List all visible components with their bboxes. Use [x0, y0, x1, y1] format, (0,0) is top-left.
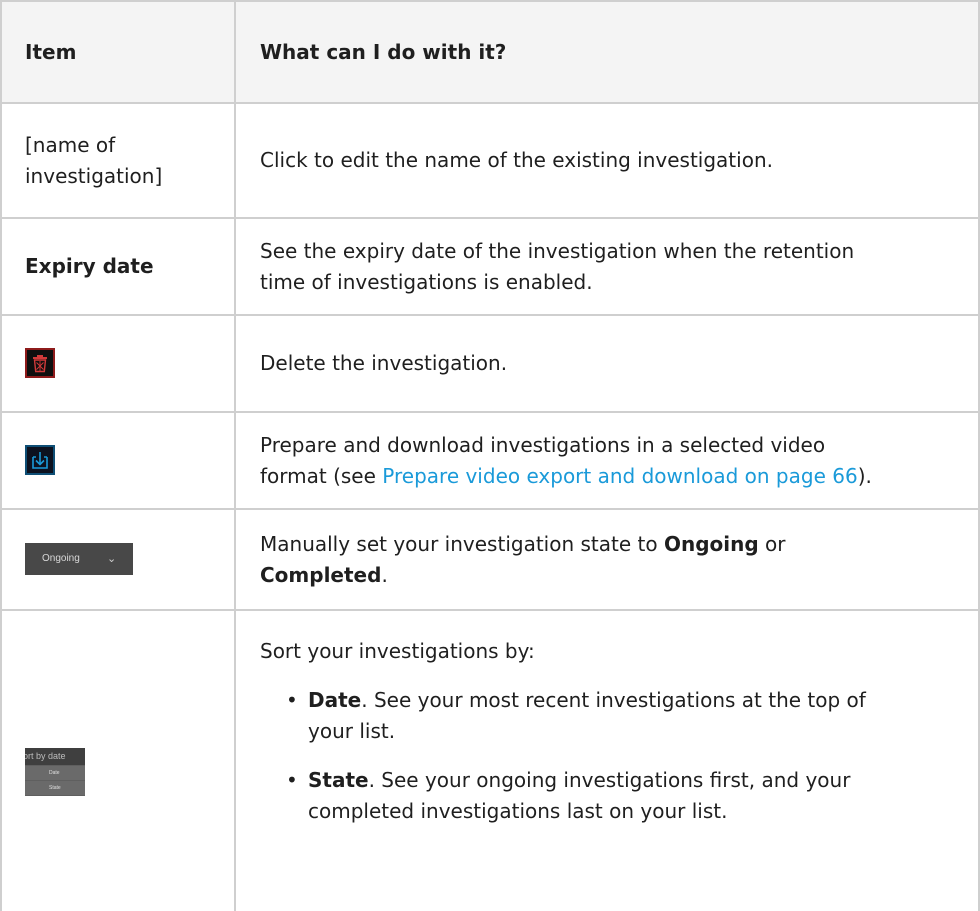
list-item: • Date. See your most recent investigati… — [260, 685, 970, 747]
download-icon[interactable] — [25, 445, 55, 475]
bullet-text-continued: completed investigations last on your li… — [308, 799, 728, 823]
bullet-icon: • — [286, 688, 298, 712]
state-ongoing-term: Ongoing — [663, 531, 759, 556]
sort-intro: Sort your investigations by: — [260, 639, 535, 663]
download-text-suffix: ). — [857, 463, 872, 488]
trash-icon[interactable] — [25, 348, 55, 378]
column-header-item: Item — [25, 39, 77, 64]
bullet-term: Date — [308, 688, 362, 712]
table-row-name-item: [name of investigation] — [25, 104, 230, 217]
state-text-line1: Manually set your investigation state to… — [260, 529, 786, 560]
bullet-text-continued: your list. — [308, 719, 396, 743]
table-row-expiry-description: See the expiry date of the investigation… — [260, 219, 970, 314]
column-header-action: What can I do with it? — [260, 39, 507, 64]
expiry-text-line2: time of investigations is enabled. — [260, 269, 593, 294]
download-text-line1: Prepare and download investigations in a… — [260, 432, 826, 457]
state-text-or: or — [758, 531, 786, 556]
table-divider — [0, 609, 980, 611]
table-row-download-description: Prepare and download investigations in a… — [260, 413, 970, 508]
sort-options-list: • Date. See your most recent investigati… — [260, 685, 970, 827]
download-text-line2: format (see Prepare video export and dow… — [260, 461, 872, 492]
sort-option-date[interactable]: Date — [25, 766, 85, 780]
table-row-delete-description: Delete the investigation. — [260, 351, 508, 375]
table-row-sort-description: Sort your investigations by: • Date. See… — [260, 636, 970, 827]
sort-dropdown-header: Sort by date — [25, 748, 85, 765]
bullet-term: State — [308, 768, 369, 792]
sort-option-state[interactable]: State — [25, 781, 85, 795]
list-item: • State. See your ongoing investigations… — [260, 765, 970, 827]
bullet-text: . See your ongoing investigations first,… — [368, 768, 851, 792]
item-label-line2: investigation] — [25, 163, 163, 188]
document-page: Item What can I do with it? [name of inv… — [0, 0, 980, 911]
expiry-text-line1: See the expiry date of the investigation… — [260, 238, 855, 263]
bullet-text: . See your most recent investigations at… — [361, 688, 866, 712]
state-dropdown-value: Ongoing — [42, 553, 80, 564]
expiry-date-label: Expiry date — [25, 254, 154, 278]
state-text-prefix: Manually set your investigation state to — [260, 531, 664, 556]
bullet-icon: • — [286, 768, 298, 792]
download-text-prefix: format (see — [260, 463, 383, 488]
state-text-line2: Completed. — [260, 560, 786, 591]
item-label-line1: [name of — [25, 132, 116, 157]
table-border-left — [0, 0, 2, 911]
chevron-down-icon: ⌄ — [107, 552, 117, 565]
state-dropdown[interactable]: Ongoing ⌄ — [25, 543, 133, 575]
sort-dropdown-label: Sort by date — [25, 751, 66, 761]
sort-dropdown[interactable]: Sort by date Date State — [25, 748, 85, 796]
table-row-name-description: Click to edit the name of the existing i… — [260, 148, 773, 172]
sort-option-date-label: Date — [49, 770, 60, 776]
state-text-suffix: . — [381, 562, 388, 587]
state-completed-term: Completed — [260, 562, 382, 587]
sort-option-state-label: State — [49, 785, 61, 791]
table-column-divider — [234, 0, 236, 911]
prepare-video-export-link[interactable]: Prepare video export and download on pag… — [382, 464, 857, 488]
table-row-state-description: Manually set your investigation state to… — [260, 510, 970, 609]
